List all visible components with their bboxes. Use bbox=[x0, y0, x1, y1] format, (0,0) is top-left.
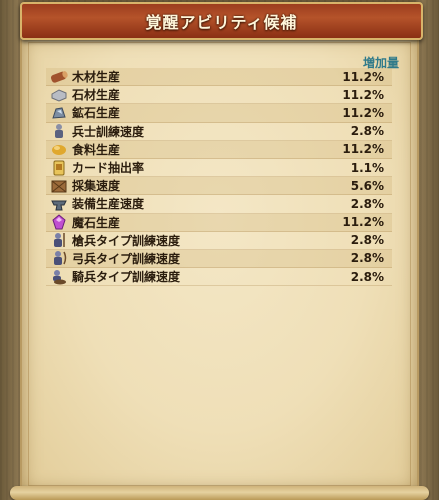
ability-label: カード抽出率 bbox=[72, 161, 145, 176]
list-item: 木材生産 11.2% bbox=[46, 68, 392, 87]
food-icon bbox=[50, 141, 68, 157]
ability-value: 2.8% bbox=[350, 124, 384, 139]
cavalry-icon bbox=[50, 269, 68, 285]
ability-value: 11.2% bbox=[342, 142, 384, 157]
ability-value: 2.8% bbox=[350, 196, 384, 211]
ability-label: 装備生産速度 bbox=[72, 197, 145, 212]
ability-value: 11.2% bbox=[342, 69, 384, 84]
archer-icon bbox=[50, 250, 68, 266]
list-item: 装備生産速度 2.8% bbox=[46, 195, 392, 214]
list-item: 兵士訓練速度 2.8% bbox=[46, 123, 392, 141]
magic-stone-icon bbox=[50, 214, 68, 230]
ability-label: 騎兵タイプ訓練速度 bbox=[72, 270, 181, 285]
anvil-icon bbox=[50, 196, 68, 212]
header-banner: 覚醒アビリティ候補 bbox=[20, 2, 423, 40]
ore-icon bbox=[50, 105, 68, 121]
list-item: 騎兵タイプ訓練速度 2.8% bbox=[46, 268, 392, 287]
ability-value: 2.8% bbox=[350, 251, 384, 266]
soldier-icon bbox=[50, 123, 68, 139]
ability-value: 11.2% bbox=[342, 105, 384, 120]
ability-label: 採集速度 bbox=[72, 179, 121, 194]
ability-label: 魔石生産 bbox=[72, 215, 121, 230]
ability-list: 木材生産 11.2% 石材生産 11.2% 鉱石生産 11.2% 兵士訓練速度 … bbox=[46, 68, 392, 287]
list-item: カード抽出率 1.1% bbox=[46, 159, 392, 178]
list-item: 魔石生産 11.2% bbox=[46, 213, 392, 232]
stone-block-icon bbox=[50, 87, 68, 103]
ability-value: 1.1% bbox=[350, 160, 384, 175]
ability-label: 石材生産 bbox=[72, 88, 121, 103]
ability-value: 2.8% bbox=[350, 233, 384, 248]
list-item: 石材生産 11.2% bbox=[46, 86, 392, 105]
ability-value: 2.8% bbox=[350, 269, 384, 284]
page-title: 覚醒アビリティ候補 bbox=[145, 13, 298, 32]
list-item: 採集速度 5.6% bbox=[46, 177, 392, 196]
ability-value: 11.2% bbox=[342, 87, 384, 102]
ability-label: 食料生産 bbox=[72, 142, 121, 157]
list-item: 鉱石生産 11.2% bbox=[46, 104, 392, 123]
list-item: 食料生産 11.2% bbox=[46, 140, 392, 159]
ability-label: 木材生産 bbox=[72, 70, 121, 85]
ability-value: 11.2% bbox=[342, 215, 384, 230]
crate-icon bbox=[50, 178, 68, 194]
card-icon bbox=[50, 160, 68, 176]
ability-label: 兵士訓練速度 bbox=[72, 124, 145, 139]
ability-value: 5.6% bbox=[350, 178, 384, 193]
scroll-rod-bottom bbox=[10, 486, 429, 500]
spearman-icon bbox=[50, 232, 68, 248]
list-item: 弓兵タイプ訓練速度 2.8% bbox=[46, 249, 392, 269]
wood-log-icon bbox=[50, 69, 68, 85]
ability-label: 槍兵タイプ訓練速度 bbox=[72, 233, 181, 248]
ability-label: 鉱石生産 bbox=[72, 106, 121, 121]
ability-label: 弓兵タイプ訓練速度 bbox=[72, 251, 181, 266]
list-item: 槍兵タイプ訓練速度 2.8% bbox=[46, 232, 392, 250]
